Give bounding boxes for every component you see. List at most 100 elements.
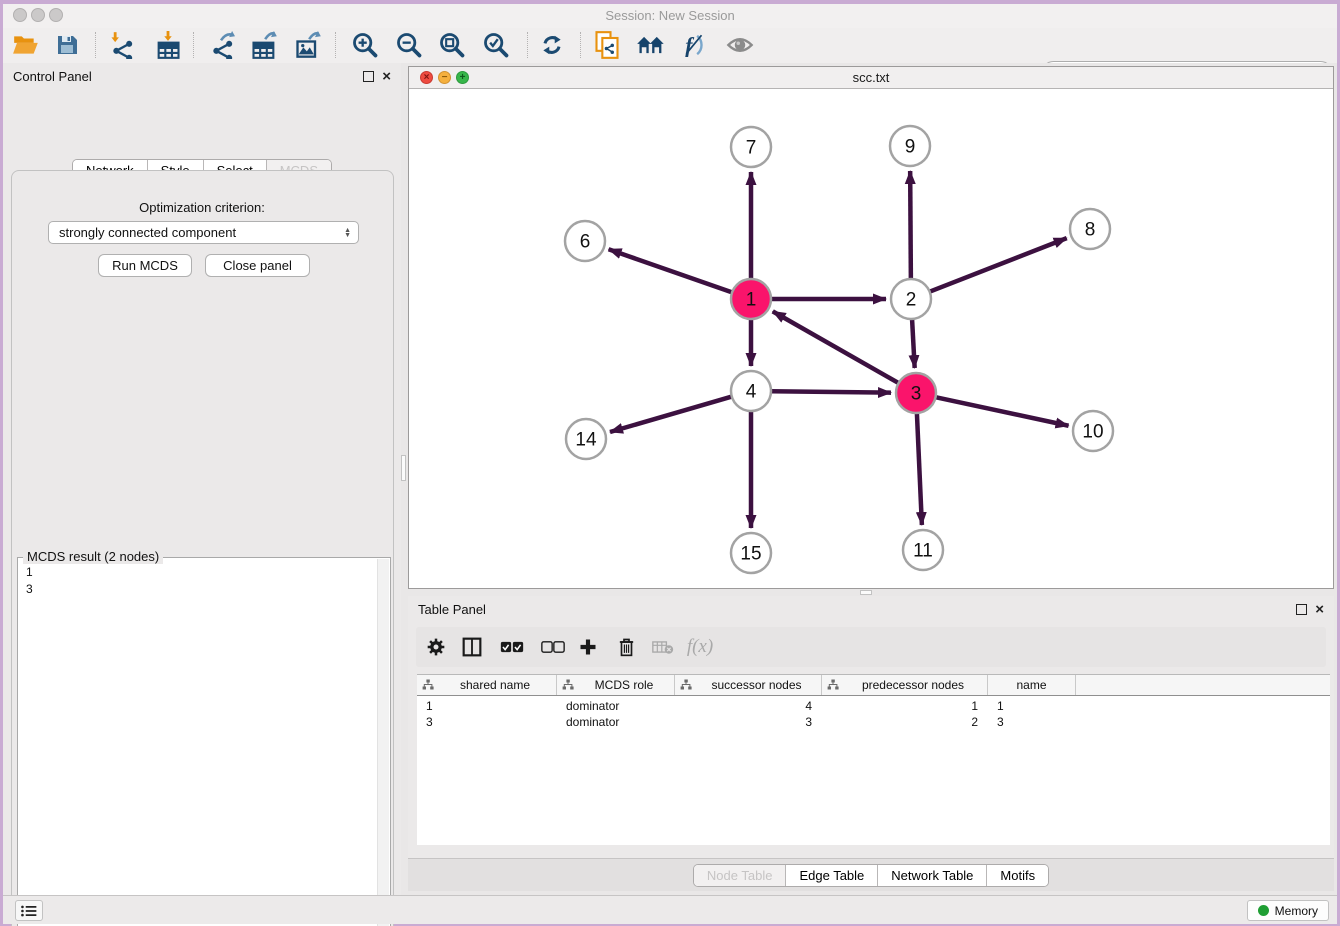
table-row[interactable]: 3dominator323 xyxy=(417,714,1330,730)
maximize-view-button[interactable]: + xyxy=(456,71,469,84)
horizontal-splitter[interactable] xyxy=(408,589,1334,596)
first-neighbors-button[interactable] xyxy=(634,29,668,61)
cell-predecessor-nodes[interactable]: 1 xyxy=(822,698,988,714)
edge-2-9[interactable] xyxy=(910,171,911,279)
application-window: Session: New Session f Control Panel xyxy=(0,0,1340,926)
hide-annotations-button[interactable]: f xyxy=(678,29,712,61)
import-network-button[interactable] xyxy=(104,29,138,61)
save-session-button[interactable] xyxy=(50,29,84,61)
run-mcds-button[interactable]: Run MCDS xyxy=(98,254,192,277)
edge-4-14[interactable] xyxy=(610,397,732,432)
cell-name[interactable]: 3 xyxy=(988,714,1076,730)
minimize-window-button[interactable] xyxy=(31,8,45,22)
edge-3-11[interactable] xyxy=(917,413,922,525)
node-label-7: 7 xyxy=(746,138,757,159)
cell-successor-nodes[interactable]: 3 xyxy=(675,714,822,730)
zoom-in-button[interactable] xyxy=(348,29,382,61)
node-label-4: 4 xyxy=(746,382,757,403)
network-view-window: × − + scc.txt 7968124314101511 xyxy=(408,66,1334,589)
splitter-handle[interactable] xyxy=(401,455,406,481)
tab-network-table[interactable]: Network Table xyxy=(878,865,987,886)
export-image-button[interactable] xyxy=(291,29,325,61)
mcds-result-group: MCDS result (2 nodes) 1 3 xyxy=(17,557,391,926)
float-panel-icon[interactable] xyxy=(363,71,374,82)
zoom-fit-button[interactable] xyxy=(435,29,469,61)
show-all-button[interactable] xyxy=(723,29,757,61)
open-session-button[interactable] xyxy=(8,29,42,61)
column-header-successor-nodes[interactable]: successor nodes xyxy=(675,675,822,695)
column-header-name[interactable]: name xyxy=(988,675,1076,695)
function-builder-button: f(x) xyxy=(684,631,716,663)
edge-2-3[interactable] xyxy=(912,319,915,368)
network-window-titlebar[interactable]: × − + scc.txt xyxy=(409,67,1333,89)
cell-shared-name[interactable]: 1 xyxy=(417,698,557,714)
dropdown-stepper-icon: ▲▼ xyxy=(344,228,351,238)
select-all-columns-button[interactable] xyxy=(496,631,528,663)
optimization-criterion-label: Optimization criterion: xyxy=(3,200,401,215)
tab-edge-table[interactable]: Edge Table xyxy=(786,865,878,886)
edge-1-6[interactable] xyxy=(609,249,733,292)
cell-MCDS-role[interactable]: dominator xyxy=(557,714,675,730)
export-table-button[interactable] xyxy=(247,29,281,61)
show-columns-button[interactable] xyxy=(456,631,488,663)
network-view-title: scc.txt xyxy=(409,67,1333,88)
column-header-shared-name[interactable]: shared name xyxy=(417,675,557,695)
delete-columns-button[interactable] xyxy=(610,631,642,663)
toolbar-separator xyxy=(95,32,96,58)
unselect-all-columns-button[interactable] xyxy=(537,631,569,663)
table-row[interactable]: 1dominator411 xyxy=(417,698,1330,714)
memory-label: Memory xyxy=(1275,904,1318,918)
close-panel-icon[interactable]: × xyxy=(1315,605,1324,614)
zoom-out-button[interactable] xyxy=(392,29,426,61)
close-window-button[interactable] xyxy=(13,8,27,22)
zoom-selected-icon xyxy=(482,31,510,59)
checked-boxes-icon xyxy=(500,640,524,654)
tab-motifs[interactable]: Motifs xyxy=(987,865,1048,886)
cell-successor-nodes[interactable]: 4 xyxy=(675,698,822,714)
zoom-selected-button[interactable] xyxy=(479,29,513,61)
open-folder-icon xyxy=(12,32,38,58)
add-column-button[interactable] xyxy=(572,631,604,663)
refresh-layout-button[interactable] xyxy=(535,29,569,61)
close-view-button[interactable]: × xyxy=(420,71,433,84)
network-canvas[interactable]: 7968124314101511 xyxy=(409,89,1333,588)
column-tree-icon xyxy=(562,679,574,691)
table-options-button[interactable] xyxy=(420,631,452,663)
splitter-handle[interactable] xyxy=(860,590,872,595)
tab-node-table[interactable]: Node Table xyxy=(694,865,787,886)
result-scrollbar[interactable] xyxy=(377,559,389,926)
memory-status-icon xyxy=(1258,905,1269,916)
float-panel-icon[interactable] xyxy=(1296,604,1307,615)
edge-3-1[interactable] xyxy=(773,311,899,383)
criterion-dropdown[interactable]: strongly connected component ▲▼ xyxy=(48,221,359,244)
cell-name[interactable]: 1 xyxy=(988,698,1076,714)
control-panel-title: Control Panel xyxy=(13,69,92,84)
cell-shared-name[interactable]: 3 xyxy=(417,714,557,730)
edge-4-3[interactable] xyxy=(771,391,891,392)
clone-network-button[interactable] xyxy=(590,29,624,61)
mcds-result-list[interactable]: 1 3 xyxy=(18,560,41,602)
import-table-button[interactable] xyxy=(151,29,185,61)
node-label-10: 10 xyxy=(1082,422,1103,443)
vertical-splitter[interactable] xyxy=(401,63,408,895)
memory-button[interactable]: Memory xyxy=(1247,900,1329,921)
minimize-view-button[interactable]: − xyxy=(438,71,451,84)
import-table-icon xyxy=(154,31,182,59)
task-history-button[interactable] xyxy=(15,900,43,921)
zoom-out-icon xyxy=(395,31,423,59)
column-header-MCDS-role[interactable]: MCDS role xyxy=(557,675,675,695)
cell-MCDS-role[interactable]: dominator xyxy=(557,698,675,714)
maximize-window-button[interactable] xyxy=(49,8,63,22)
criterion-value: strongly connected component xyxy=(59,225,344,240)
table-toolbar: f(x) xyxy=(416,627,1326,667)
zoom-fit-icon xyxy=(438,31,466,59)
export-network-button[interactable] xyxy=(204,29,238,61)
session-title: Session: New Session xyxy=(3,4,1337,28)
column-header-predecessor-nodes[interactable]: predecessor nodes xyxy=(822,675,988,695)
cell-predecessor-nodes[interactable]: 2 xyxy=(822,714,988,730)
close-panel-button[interactable]: Close panel xyxy=(205,254,310,277)
node-label-8: 8 xyxy=(1085,220,1096,241)
close-panel-icon[interactable]: × xyxy=(382,72,391,81)
edge-3-10[interactable] xyxy=(936,397,1069,426)
edge-2-8[interactable] xyxy=(930,238,1067,292)
